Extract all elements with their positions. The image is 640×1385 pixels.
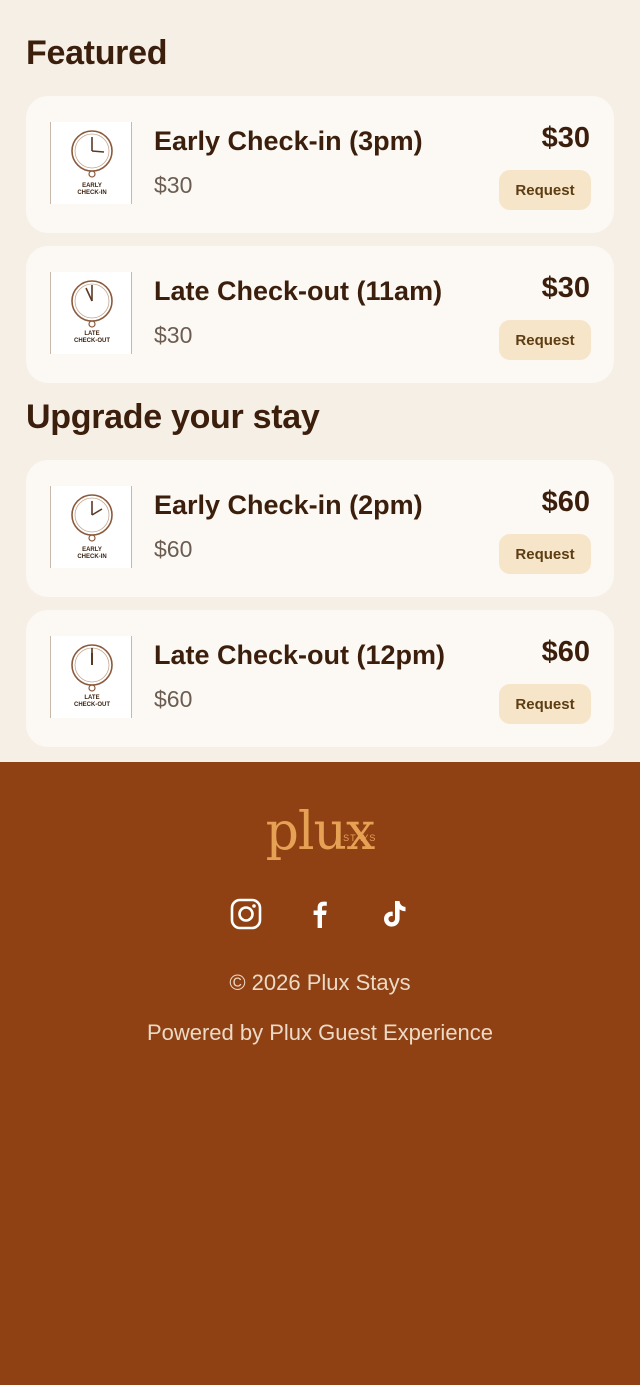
service-price: $60 (541, 486, 590, 518)
late-check-out-thumbnail: LATE CHECK-OUT (50, 272, 132, 354)
copyright-text: © 2026 Plux Stays (229, 970, 411, 995)
svg-text:CHECK-IN: CHECK-IN (77, 190, 106, 196)
request-button[interactable]: Request (499, 170, 591, 210)
svg-text:CHECK-IN: CHECK-IN (77, 554, 106, 560)
footer: plux STAYS © 2026 Plux Stays Powered by … (0, 762, 640, 1385)
service-card[interactable]: LATE CHECK-OUT Late Check-out (12pm) $60… (26, 610, 614, 747)
svg-text:LATE: LATE (84, 695, 99, 701)
section-title-featured: Featured (26, 34, 168, 72)
service-price: $30 (541, 122, 590, 154)
plux-logo[interactable]: plux STAYS (0, 804, 640, 860)
request-button[interactable]: Request (499, 320, 591, 360)
social-links (0, 898, 640, 930)
service-title: Early Check-in (2pm) (154, 490, 423, 520)
service-card[interactable]: LATE CHECK-OUT Late Check-out (11am) $30… (26, 246, 614, 383)
service-title: Late Check-out (12pm) (154, 640, 446, 670)
logo-subtitle: STAYS (343, 833, 377, 843)
service-subtitle-price: $30 (154, 322, 193, 348)
clock-icon: EARLY CHECK-IN (71, 494, 113, 560)
service-card[interactable]: EARLY CHECK-IN Early Check-in (2pm) $60 … (26, 460, 614, 597)
svg-text:CHECK-OUT: CHECK-OUT (74, 338, 110, 344)
service-title: Early Check-in (3pm) (154, 126, 423, 156)
request-button[interactable]: Request (499, 534, 591, 574)
section-title-upgrade: Upgrade your stay (26, 398, 320, 436)
service-price: $30 (541, 272, 590, 304)
svg-text:EARLY: EARLY (82, 547, 102, 553)
service-subtitle-price: $30 (154, 172, 193, 198)
service-card[interactable]: EARLY CHECK-IN Early Check-in (3pm) $30 … (26, 96, 614, 233)
facebook-icon[interactable] (304, 898, 336, 930)
service-price: $60 (541, 636, 590, 668)
powered-by-text[interactable]: Powered by Plux Guest Experience (0, 1020, 640, 1046)
svg-text:LATE: LATE (84, 331, 99, 337)
early-check-in-thumbnail: EARLY CHECK-IN (50, 486, 132, 568)
service-title: Late Check-out (11am) (154, 276, 443, 306)
logo-wordmark: plux STAYS (266, 804, 376, 860)
request-button[interactable]: Request (499, 684, 591, 724)
late-check-out-thumbnail: LATE CHECK-OUT (50, 636, 132, 718)
service-subtitle-price: $60 (154, 686, 193, 712)
clock-icon: LATE CHECK-OUT (71, 644, 113, 708)
early-check-in-thumbnail: EARLY CHECK-IN (50, 122, 132, 204)
instagram-icon[interactable] (230, 898, 262, 930)
clock-icon: LATE CHECK-OUT (71, 280, 113, 344)
clock-icon: EARLY CHECK-IN (71, 130, 113, 196)
svg-text:EARLY: EARLY (82, 183, 102, 189)
main-content: Featured EARLY CHECK-IN Early Check-in (… (0, 0, 640, 762)
tiktok-icon[interactable] (378, 898, 410, 930)
service-subtitle-price: $60 (154, 536, 193, 562)
svg-text:CHECK-OUT: CHECK-OUT (74, 702, 110, 708)
